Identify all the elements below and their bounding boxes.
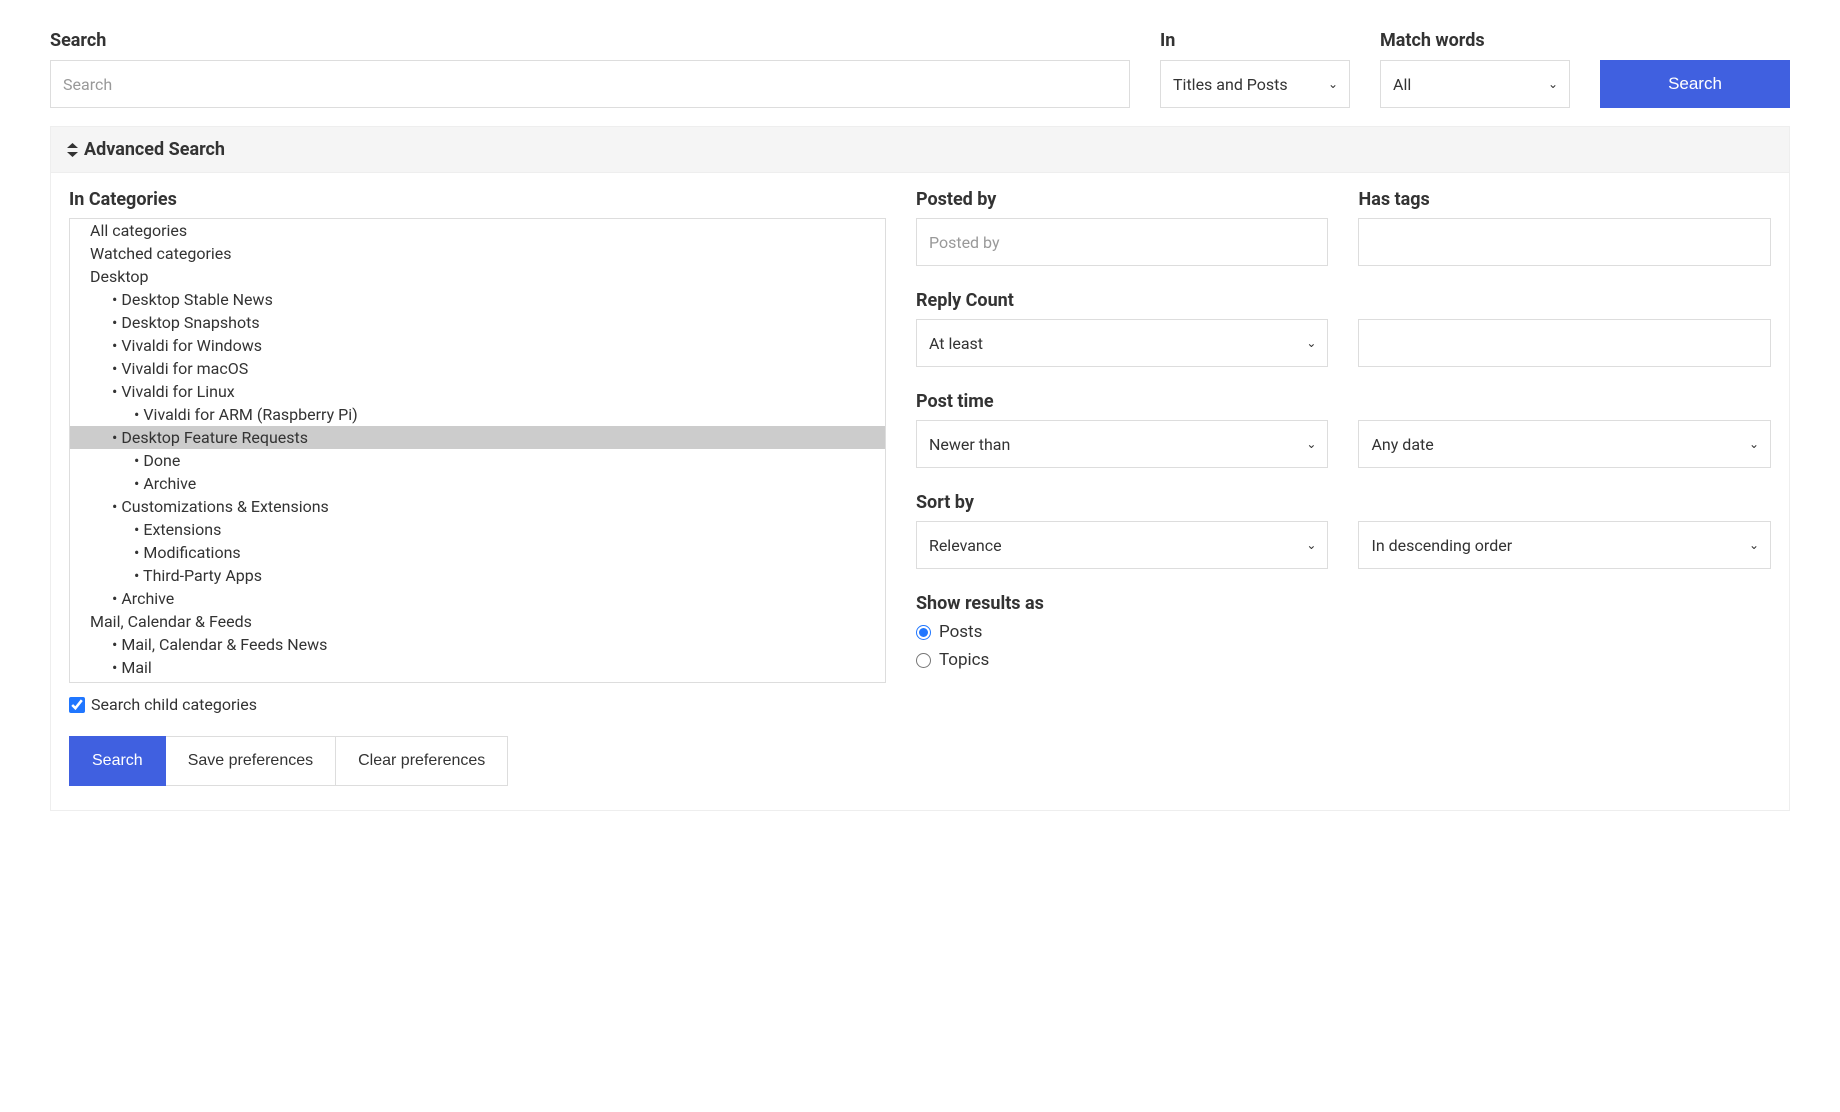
search-child-checkbox-row[interactable]: Search child categories bbox=[69, 695, 886, 714]
search-btn-group: Search bbox=[1600, 30, 1790, 108]
reply-count-value-block bbox=[1358, 290, 1771, 367]
category-option[interactable]: • Third-Party Apps bbox=[70, 564, 885, 587]
show-results-block: Show results as Posts Topics bbox=[916, 593, 1329, 670]
panel-body: In Categories All categoriesWatched cate… bbox=[51, 173, 1789, 810]
category-option[interactable]: • Desktop Snapshots bbox=[70, 311, 885, 334]
show-results-label: Show results as bbox=[916, 593, 1329, 614]
in-field-group: In Titles and Posts ⌄ bbox=[1160, 30, 1350, 108]
has-tags-block: Has tags bbox=[1358, 189, 1771, 266]
right-column: Posted by Reply Count At least ⌄ Post ti… bbox=[916, 189, 1771, 786]
search-button-top[interactable]: Search bbox=[1600, 60, 1790, 108]
sort-order-select[interactable]: In descending order bbox=[1358, 521, 1771, 569]
category-option[interactable]: • Vivaldi for macOS bbox=[70, 357, 885, 380]
category-option[interactable]: • Extensions bbox=[70, 518, 885, 541]
search-child-checkbox[interactable] bbox=[69, 697, 85, 713]
right-column-a: Posted by Reply Count At least ⌄ Post ti… bbox=[916, 189, 1329, 786]
advanced-search-panel: Advanced Search In Categories All catego… bbox=[50, 126, 1790, 811]
category-option[interactable]: • Mail bbox=[70, 656, 885, 679]
category-option[interactable]: • Done bbox=[70, 449, 885, 472]
reply-count-block: Reply Count At least ⌄ bbox=[916, 290, 1329, 367]
radio-posts[interactable] bbox=[916, 625, 931, 640]
reply-count-input[interactable] bbox=[1358, 319, 1771, 367]
category-option[interactable]: • Modifications bbox=[70, 541, 885, 564]
reply-count-label: Reply Count bbox=[916, 290, 1329, 311]
sort-by-select[interactable]: Relevance bbox=[916, 521, 1329, 569]
categories-listbox[interactable]: All categoriesWatched categoriesDesktop•… bbox=[69, 218, 886, 683]
category-option[interactable]: • Vivaldi for ARM (Raspberry Pi) bbox=[70, 403, 885, 426]
post-time-block: Post time Newer than ⌄ bbox=[916, 391, 1329, 468]
category-option[interactable]: • Desktop Stable News bbox=[70, 288, 885, 311]
category-option[interactable]: Mail, Calendar & Feeds bbox=[70, 610, 885, 633]
advanced-search-toggle[interactable]: Advanced Search bbox=[51, 127, 1789, 173]
search-label: Search bbox=[50, 30, 1130, 51]
spacer-label bbox=[1600, 30, 1790, 51]
category-option[interactable]: • Customizations & Extensions bbox=[70, 495, 885, 518]
sort-icon bbox=[67, 143, 78, 157]
sort-by-label: Sort by bbox=[916, 492, 1329, 513]
posted-by-input[interactable] bbox=[916, 218, 1329, 266]
radio-topics-label: Topics bbox=[939, 650, 989, 670]
post-date-block: Any date ⌄ bbox=[1358, 391, 1771, 468]
has-tags-label: Has tags bbox=[1358, 189, 1771, 210]
category-option[interactable]: Watched categories bbox=[70, 242, 885, 265]
posted-by-label: Posted by bbox=[916, 189, 1329, 210]
post-date-select[interactable]: Any date bbox=[1358, 420, 1771, 468]
search-field-group: Search bbox=[50, 30, 1130, 108]
search-button-bottom[interactable]: Search bbox=[69, 736, 166, 786]
right-column-b: Has tags Any date ⌄ bbox=[1358, 189, 1771, 786]
category-option[interactable]: • Desktop Feature Requests bbox=[70, 426, 885, 449]
button-row: Search Save preferences Clear preference… bbox=[69, 736, 886, 786]
post-time-select[interactable]: Newer than bbox=[916, 420, 1329, 468]
radio-posts-label: Posts bbox=[939, 622, 982, 642]
search-child-label: Search child categories bbox=[91, 695, 257, 714]
category-option[interactable]: • Vivaldi for Windows bbox=[70, 334, 885, 357]
search-top-row: Search In Titles and Posts ⌄ Match words… bbox=[50, 30, 1790, 108]
sort-by-block: Sort by Relevance ⌄ bbox=[916, 492, 1329, 569]
category-option[interactable]: • Mail, Calendar & Feeds News bbox=[70, 633, 885, 656]
clear-preferences-button[interactable]: Clear preferences bbox=[336, 736, 508, 786]
match-field-group: Match words All ⌄ bbox=[1380, 30, 1570, 108]
post-time-label: Post time bbox=[916, 391, 1329, 412]
category-option[interactable]: • Archive bbox=[70, 472, 885, 495]
category-option[interactable]: Desktop bbox=[70, 265, 885, 288]
left-column: In Categories All categoriesWatched cate… bbox=[69, 189, 886, 786]
category-option[interactable]: • Calendar bbox=[70, 679, 885, 683]
radio-posts-row[interactable]: Posts bbox=[916, 622, 1329, 642]
in-select[interactable]: Titles and Posts bbox=[1160, 60, 1350, 108]
reply-count-select[interactable]: At least bbox=[916, 319, 1329, 367]
categories-label: In Categories bbox=[69, 189, 886, 210]
sort-order-block: In descending order ⌄ bbox=[1358, 492, 1771, 569]
has-tags-input[interactable] bbox=[1358, 218, 1771, 266]
category-option[interactable]: • Archive bbox=[70, 587, 885, 610]
posted-by-block: Posted by bbox=[916, 189, 1329, 266]
category-option[interactable]: • Vivaldi for Linux bbox=[70, 380, 885, 403]
save-preferences-button[interactable]: Save preferences bbox=[166, 736, 336, 786]
radio-topics-row[interactable]: Topics bbox=[916, 650, 1329, 670]
category-option[interactable]: All categories bbox=[70, 219, 885, 242]
advanced-search-title: Advanced Search bbox=[84, 139, 225, 160]
match-select[interactable]: All bbox=[1380, 60, 1570, 108]
in-label: In bbox=[1160, 30, 1350, 51]
search-input[interactable] bbox=[50, 60, 1130, 108]
radio-topics[interactable] bbox=[916, 653, 931, 668]
match-label: Match words bbox=[1380, 30, 1570, 51]
